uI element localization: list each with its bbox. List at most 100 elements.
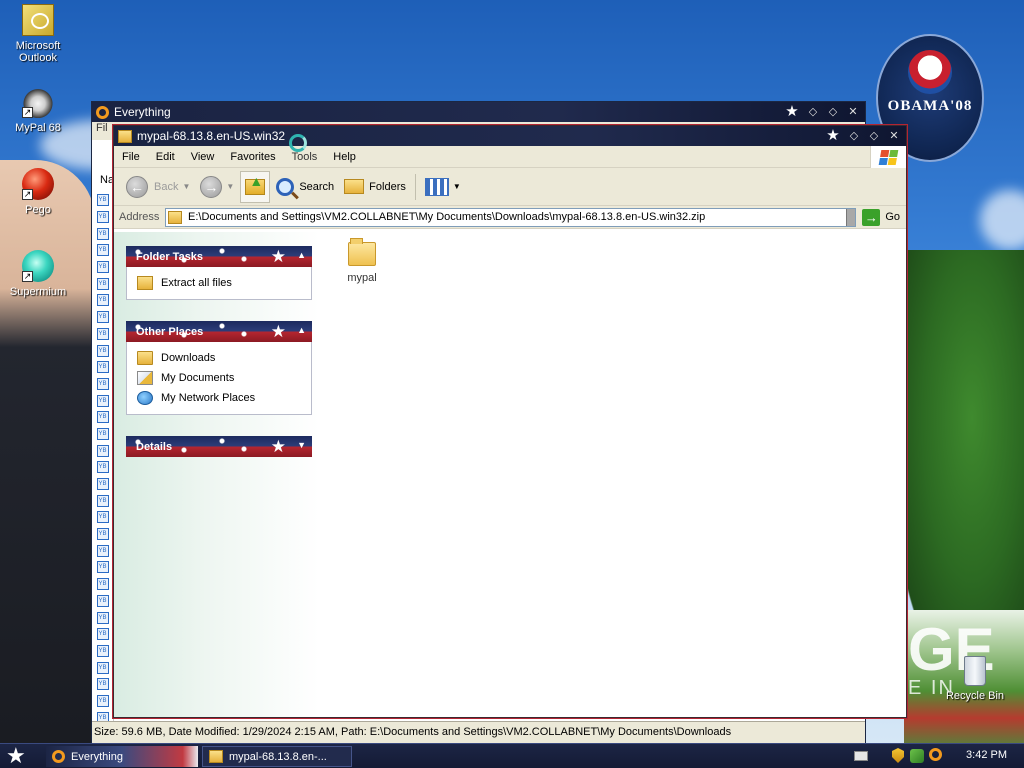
list-item[interactable]: YB (92, 559, 113, 576)
minimize-button[interactable]: ◇ (805, 105, 821, 119)
up-button[interactable] (240, 170, 271, 203)
list-item[interactable]: YB (92, 676, 113, 693)
menu-help[interactable]: Help (325, 151, 364, 163)
shortcut-arrow-icon: ↗ (22, 189, 33, 200)
address-input[interactable]: E:\Documents and Settings\VM2.COLLABNET\… (165, 207, 857, 227)
list-item[interactable]: YB (92, 359, 113, 376)
go-button[interactable]: → Go (856, 208, 906, 226)
taskbar-button-explorer[interactable]: mypal-68.13.8.en-... (202, 746, 352, 767)
desktop-icon-label: Supermium (9, 286, 67, 298)
place-label: My Documents (161, 372, 235, 384)
panel-title: Details (136, 440, 173, 453)
maximize-button[interactable]: ◇ (866, 129, 882, 143)
list-item[interactable]: YB (92, 542, 113, 559)
panel-details: Details ★ ▼ (126, 436, 312, 457)
maximize-button[interactable]: ◇ (825, 105, 841, 119)
list-item[interactable]: YB (92, 526, 113, 543)
network-icon[interactable] (910, 749, 924, 763)
views-button[interactable]: ▼ (421, 171, 465, 203)
system-tray: 3:42 PM (854, 744, 1024, 768)
list-item[interactable]: YB (92, 643, 113, 660)
list-item[interactable]: YB (92, 659, 113, 676)
zip-folder-icon (209, 750, 223, 763)
list-item[interactable]: YB (92, 409, 113, 426)
list-item[interactable]: YB (92, 476, 113, 493)
list-item[interactable]: YB (92, 392, 113, 409)
task-extract-all[interactable]: Extract all files (137, 273, 311, 293)
star-icon: ★ (270, 437, 286, 456)
list-item[interactable]: YB (92, 292, 113, 309)
status-bar: Size: 59.6 MB, Date Modified: 1/29/2024 … (92, 721, 865, 743)
list-item[interactable]: YB (92, 509, 113, 526)
keyboard-icon[interactable] (854, 751, 868, 761)
list-item[interactable]: YB (92, 275, 113, 292)
list-item[interactable]: YB (92, 342, 113, 359)
list-item[interactable]: YB (92, 492, 113, 509)
list-item[interactable]: YB (92, 593, 113, 610)
desktop-icon-outlook[interactable]: Microsoft Outlook (0, 4, 76, 64)
list-item[interactable]: YB (92, 309, 113, 326)
desktop-icon-mypal[interactable]: ↗ MyPal 68 (0, 86, 76, 134)
everything-tray-icon[interactable] (929, 748, 942, 761)
list-item[interactable]: YB (92, 192, 113, 209)
close-button[interactable]: ✕ (886, 129, 902, 143)
panel-header[interactable]: Details ★ ▼ (126, 436, 312, 457)
file-item-mypal[interactable]: mypal (342, 238, 382, 284)
badge-text: OBAMA'08 (887, 98, 973, 114)
list-item[interactable]: YB (92, 326, 113, 343)
security-shield-icon[interactable] (892, 748, 904, 763)
taskbar-button-everything[interactable]: Everything (46, 746, 198, 767)
list-item[interactable]: YB (92, 459, 113, 476)
panel-header[interactable]: Folder Tasks ★ ▲ (126, 246, 312, 267)
menu-view[interactable]: View (183, 151, 223, 163)
menu-favorites[interactable]: Favorites (222, 151, 283, 163)
minimize-button[interactable]: ◇ (846, 129, 862, 143)
list-item[interactable]: YB (92, 426, 113, 443)
back-button[interactable]: ← Back ▼ (122, 171, 194, 203)
list-item[interactable]: YB (92, 576, 113, 593)
menu-tools[interactable]: Tools (284, 151, 326, 163)
panel-title: Other Places (136, 325, 204, 338)
place-my-documents[interactable]: My Documents (137, 368, 311, 388)
task-label: Extract all files (161, 277, 232, 289)
clock[interactable]: 3:42 PM (966, 749, 1007, 761)
start-button[interactable]: ★ (6, 745, 26, 767)
everything-title-bar[interactable]: Everything ★ ◇ ◇ ✕ (92, 102, 865, 122)
explorer-window[interactable]: mypal-68.13.8.en-US.win32 ★ ◇ ◇ ✕ File E… (113, 125, 907, 718)
menu-edit[interactable]: Edit (148, 151, 183, 163)
menu-item-file[interactable]: Fil (92, 122, 108, 134)
star-icon: ★ (270, 322, 286, 341)
list-item[interactable]: YB (92, 626, 113, 643)
list-item[interactable]: YB (92, 242, 113, 259)
desktop-icon-pego[interactable]: ↗ Pego (0, 168, 76, 216)
place-my-network-places[interactable]: My Network Places (137, 388, 311, 408)
list-item[interactable]: YB (92, 442, 113, 459)
chevron-down-icon: ▼ (452, 182, 461, 191)
list-item[interactable]: YB (92, 693, 113, 710)
everything-search-icon (96, 105, 109, 119)
address-dropdown[interactable] (846, 208, 856, 226)
wallpaper-person (0, 160, 95, 745)
list-item[interactable]: YB (92, 376, 113, 393)
desktop-icon-recycle-bin[interactable]: Recycle Bin (944, 656, 1006, 702)
forward-button[interactable]: → ▼ (196, 171, 238, 203)
list-item[interactable]: YB (92, 225, 113, 242)
panel-title: Folder Tasks (136, 250, 204, 263)
zip-folder-icon (118, 129, 132, 143)
list-item[interactable]: YB (92, 609, 113, 626)
column-header-name[interactable]: Na (100, 174, 114, 186)
explorer-title-bar[interactable]: mypal-68.13.8.en-US.win32 ★ ◇ ◇ ✕ (114, 126, 906, 146)
search-label: Search (299, 180, 335, 193)
close-button[interactable]: ✕ (845, 105, 861, 119)
desktop-icon-supermium[interactable]: ↗ Supermium (0, 250, 76, 298)
list-item[interactable]: YB (92, 259, 113, 276)
menu-file[interactable]: File (114, 151, 148, 163)
folder-icon (137, 351, 153, 365)
folders-button[interactable]: Folders (340, 171, 410, 203)
place-label: Downloads (161, 352, 216, 364)
list-item[interactable]: YB (92, 209, 113, 226)
place-downloads[interactable]: Downloads (137, 348, 311, 368)
panel-header[interactable]: Other Places ★ ▲ (126, 321, 312, 342)
search-button[interactable]: Search (272, 171, 338, 203)
mypal-icon: ↗ (22, 86, 54, 118)
